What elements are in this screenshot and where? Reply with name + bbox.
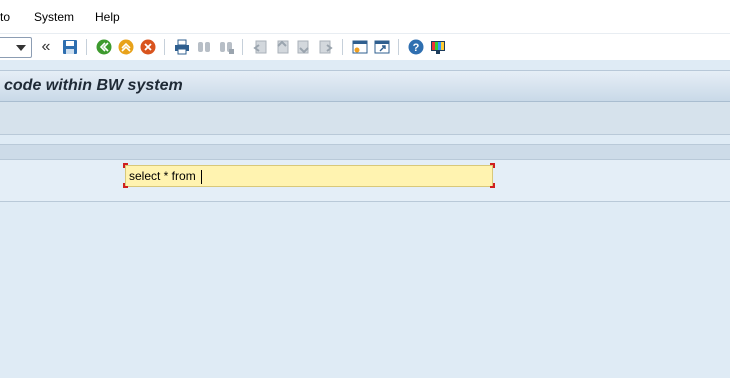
previous-page-icon [273, 38, 291, 56]
toolbar-separator [398, 39, 399, 55]
input-row: g [0, 160, 730, 202]
find-next-icon [217, 38, 235, 56]
exit-icon[interactable] [117, 38, 135, 56]
chevron-down-icon[interactable] [16, 45, 26, 51]
cancel-icon[interactable] [139, 38, 157, 56]
text-cursor [201, 170, 202, 184]
menu-item-goto[interactable]: to [0, 10, 10, 24]
selection-group-header [0, 144, 730, 160]
required-marker [490, 183, 495, 188]
required-marker [490, 163, 495, 168]
required-marker [123, 163, 128, 168]
toolbar-separator [86, 39, 87, 55]
find-icon [195, 38, 213, 56]
required-marker [123, 183, 128, 188]
toolbar-separator [164, 39, 165, 55]
next-page-icon [295, 38, 313, 56]
field-label: g [0, 171, 1, 185]
title-bar: code within BW system [0, 70, 730, 102]
toolbar-separator [342, 39, 343, 55]
first-page-icon [251, 38, 269, 56]
menu-item-help[interactable]: Help [95, 10, 120, 24]
create-shortcut-icon[interactable] [373, 38, 391, 56]
collapse-button[interactable]: « [38, 38, 54, 56]
customize-layout-icon[interactable] [429, 38, 447, 56]
menu-item-system[interactable]: System [34, 10, 74, 24]
last-page-icon [317, 38, 335, 56]
print-icon[interactable] [173, 38, 191, 56]
query-input[interactable] [125, 165, 493, 187]
menu-bar: to System Help [0, 0, 730, 33]
help-icon[interactable]: ? [407, 38, 425, 56]
new-session-icon[interactable] [351, 38, 369, 56]
page-title: code within BW system [4, 77, 183, 94]
svg-text:?: ? [413, 42, 420, 54]
back-icon[interactable] [95, 38, 113, 56]
command-field[interactable] [0, 37, 32, 58]
application-toolbar [0, 102, 730, 135]
save-icon[interactable] [61, 38, 79, 56]
toolbar-separator [242, 39, 243, 55]
standard-toolbar: « ? [0, 33, 730, 60]
